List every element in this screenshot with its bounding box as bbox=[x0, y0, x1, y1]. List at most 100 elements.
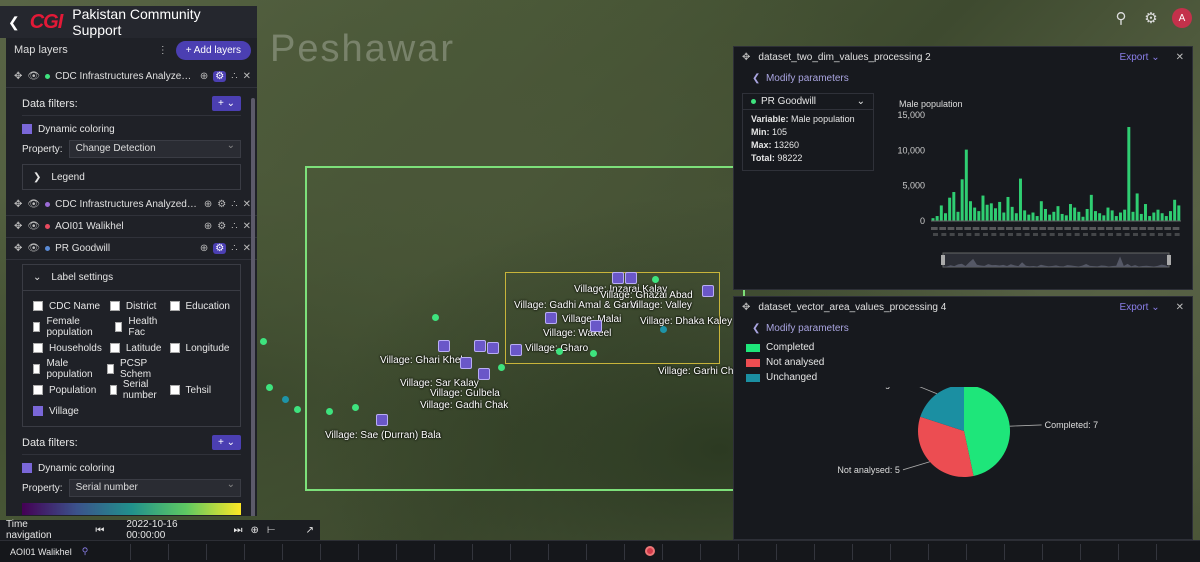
more-vertical-icon[interactable]: ⋮ bbox=[158, 45, 168, 56]
label-option[interactable]: Serial number bbox=[109, 379, 162, 401]
layer-selector[interactable]: PR Goodwill ⌄ bbox=[743, 94, 873, 110]
search-icon[interactable]: ⚲ bbox=[1112, 9, 1130, 27]
building-marker[interactable] bbox=[478, 368, 490, 380]
checkbox[interactable] bbox=[109, 301, 120, 311]
drag-handle-icon[interactable]: ✥ bbox=[14, 199, 22, 210]
timeline[interactable]: AOI01 Walikhel ⚲ bbox=[0, 540, 1200, 562]
layer-row[interactable]: ✥ 👁 CDC Infrastructures Analyzed fo... ⊕… bbox=[6, 194, 257, 216]
zoom-to-icon[interactable]: ⊕ bbox=[204, 199, 212, 210]
village-label[interactable]: Village: Gadhi Chak bbox=[420, 400, 508, 411]
chart-icon[interactable]: ∴ bbox=[231, 71, 237, 82]
legend-item[interactable]: Completed bbox=[746, 340, 1180, 355]
label-option[interactable]: Latitude bbox=[109, 339, 162, 357]
label-option[interactable]: Village bbox=[33, 402, 102, 420]
checkbox[interactable] bbox=[33, 301, 43, 311]
drag-handle-icon[interactable]: ✥ bbox=[14, 243, 22, 254]
label-option[interactable]: CDC Name bbox=[33, 297, 102, 315]
scrollbar[interactable] bbox=[251, 98, 255, 516]
point-marker[interactable] bbox=[282, 396, 289, 403]
legend-toggle[interactable]: ❯ Legend bbox=[22, 164, 241, 190]
property-select[interactable]: Serial number bbox=[68, 479, 241, 497]
checkbox[interactable] bbox=[33, 364, 41, 374]
village-label[interactable]: Village: Ghari Khel bbox=[380, 355, 463, 366]
back-arrow-icon[interactable]: ❮ bbox=[8, 14, 20, 31]
village-label[interactable]: Village: Gadhi Amal & Garhi bbox=[514, 300, 638, 311]
checkbox[interactable] bbox=[33, 343, 43, 353]
export-button[interactable]: Export ⌄ bbox=[1120, 52, 1160, 63]
building-marker[interactable] bbox=[545, 312, 557, 324]
building-marker[interactable] bbox=[474, 340, 486, 352]
close-icon[interactable]: ✕ bbox=[243, 221, 251, 232]
checkbox[interactable] bbox=[169, 343, 180, 353]
style-settings-icon[interactable]: ⚙ bbox=[217, 221, 226, 232]
label-option[interactable]: Population bbox=[33, 381, 102, 399]
range-icon[interactable]: ⊢ bbox=[267, 525, 276, 536]
point-marker[interactable] bbox=[660, 326, 667, 333]
skip-back-icon[interactable]: ⏮ bbox=[95, 525, 104, 536]
checkbox[interactable] bbox=[169, 301, 180, 311]
layer-row[interactable]: ✥ 👁 PR Goodwill ⊕ ⚙ ∴ ✕ bbox=[6, 238, 257, 260]
add-filter-button[interactable]: + ⌄ bbox=[212, 96, 241, 111]
checkbox[interactable] bbox=[109, 385, 117, 395]
point-marker[interactable] bbox=[652, 276, 659, 283]
chart-icon[interactable]: ∴ bbox=[231, 199, 237, 210]
building-marker[interactable] bbox=[510, 344, 522, 356]
chart-icon[interactable]: ∴ bbox=[231, 221, 237, 232]
modify-parameters-link[interactable]: ❮ Modify parameters bbox=[734, 317, 1192, 340]
label-option[interactable]: Tehsil bbox=[169, 381, 230, 399]
building-marker[interactable] bbox=[487, 342, 499, 354]
drag-handle-icon[interactable]: ✥ bbox=[742, 302, 750, 313]
eye-icon[interactable]: 👁 bbox=[27, 71, 40, 82]
dynamic-coloring-toggle[interactable]: Dynamic coloring bbox=[22, 120, 241, 138]
layer-row[interactable]: ✥ 👁 CDC Infrastructures Analyzed fo... ⊕… bbox=[6, 66, 257, 88]
checkbox[interactable] bbox=[106, 364, 114, 374]
skip-forward-icon[interactable]: ⏭ bbox=[234, 525, 243, 536]
checkbox[interactable] bbox=[33, 385, 43, 395]
checkbox[interactable] bbox=[22, 124, 32, 134]
label-option[interactable]: Households bbox=[33, 339, 102, 357]
close-icon[interactable]: ✕ bbox=[243, 199, 251, 210]
drag-handle-icon[interactable]: ✥ bbox=[742, 52, 750, 63]
gear-icon[interactable]: ⚙ bbox=[1142, 9, 1160, 27]
label-option[interactable]: Female population Health Fac bbox=[33, 316, 162, 338]
datetime-display[interactable]: 2022-10-16 00:00:00 bbox=[126, 519, 207, 541]
drag-handle-icon[interactable]: ✥ bbox=[14, 221, 22, 232]
layer-row[interactable]: ✥ 👁 AOI01 Walikhel ⊕ ⚙ ∴ ✕ bbox=[6, 216, 257, 238]
add-filter-button[interactable]: + ⌄ bbox=[212, 435, 241, 450]
zoom-to-icon[interactable]: ⊕ bbox=[204, 221, 212, 232]
drag-handle-icon[interactable]: ✥ bbox=[14, 71, 22, 82]
avatar[interactable]: A bbox=[1172, 8, 1192, 28]
modify-parameters-link[interactable]: ❮ Modify parameters bbox=[734, 67, 1192, 90]
building-marker[interactable] bbox=[590, 320, 602, 332]
building-marker[interactable] bbox=[625, 272, 637, 284]
building-marker[interactable] bbox=[702, 285, 714, 297]
target-icon[interactable]: ⊕ bbox=[251, 525, 259, 536]
point-marker[interactable] bbox=[556, 348, 563, 355]
property-select[interactable]: Change Detection bbox=[68, 140, 241, 158]
building-marker[interactable] bbox=[612, 272, 624, 284]
style-settings-icon[interactable]: ⚙ bbox=[213, 243, 227, 254]
label-option[interactable]: Education bbox=[169, 297, 230, 315]
close-icon[interactable]: ✕ bbox=[243, 243, 251, 254]
building-marker[interactable] bbox=[460, 357, 472, 369]
eye-off-icon[interactable]: 👁 bbox=[27, 199, 40, 210]
chart-icon[interactable]: ∴ bbox=[231, 243, 237, 254]
point-marker[interactable] bbox=[432, 314, 439, 321]
export-button[interactable]: Export ⌄ bbox=[1120, 302, 1160, 313]
legend-item[interactable]: Not analysed bbox=[746, 355, 1180, 370]
label-settings-toggle[interactable]: ⌄ Label settings bbox=[23, 265, 240, 291]
label-option[interactable]: Longitude bbox=[169, 339, 230, 357]
village-label[interactable]: Village: Valley bbox=[630, 300, 692, 311]
close-icon[interactable]: ✕ bbox=[1176, 52, 1184, 63]
expand-icon[interactable]: ↗ bbox=[306, 525, 314, 536]
checkbox[interactable] bbox=[22, 463, 32, 473]
search-icon[interactable]: ⚲ bbox=[82, 546, 89, 557]
label-option[interactable]: District bbox=[109, 297, 162, 315]
dynamic-coloring-toggle[interactable]: Dynamic coloring bbox=[22, 459, 241, 477]
point-marker[interactable] bbox=[498, 364, 505, 371]
timeline-marker[interactable] bbox=[645, 546, 655, 556]
building-marker[interactable] bbox=[438, 340, 450, 352]
point-marker[interactable] bbox=[352, 404, 359, 411]
checkbox[interactable] bbox=[33, 406, 43, 416]
close-icon[interactable]: ✕ bbox=[243, 71, 251, 82]
